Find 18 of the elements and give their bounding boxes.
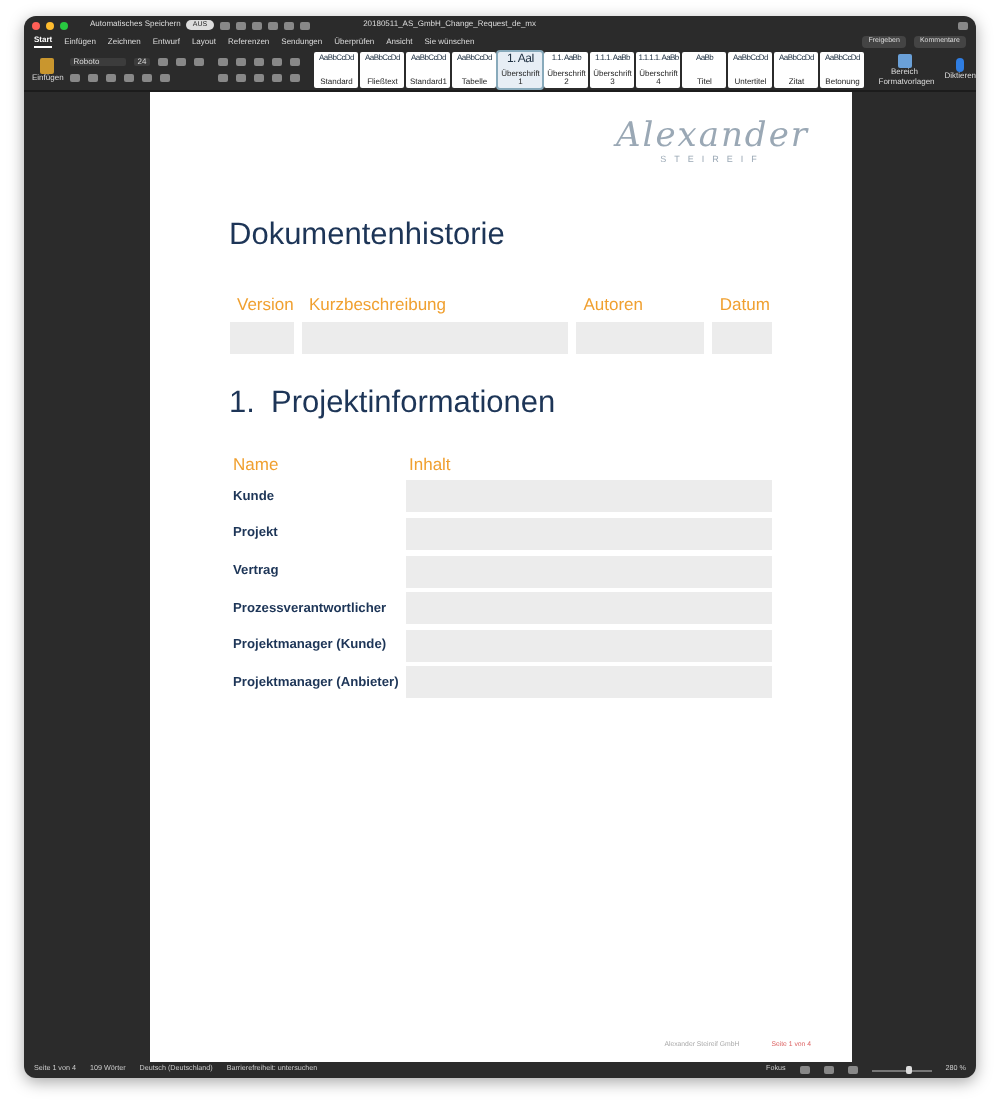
column-header: Kurzbeschreibung bbox=[309, 295, 449, 314]
column-header: Inhalt bbox=[409, 456, 451, 476]
microphone-icon[interactable] bbox=[956, 58, 965, 73]
paste-icon[interactable] bbox=[40, 57, 55, 74]
section-heading: Projektinformationen bbox=[271, 385, 556, 423]
column-header: Name bbox=[233, 456, 281, 476]
column-header: Autoren bbox=[583, 295, 646, 314]
search-icon[interactable] bbox=[958, 21, 968, 29]
zoom-slider-thumb[interactable] bbox=[905, 1066, 912, 1074]
view-icon[interactable] bbox=[799, 1066, 810, 1074]
document-heading: Dokumentenhistorie bbox=[229, 217, 507, 256]
styles-pane-icon[interactable] bbox=[897, 54, 912, 69]
view-icon[interactable] bbox=[847, 1066, 858, 1074]
view-icon[interactable] bbox=[823, 1066, 834, 1074]
column-header: Datum bbox=[719, 295, 771, 314]
logo-script: Alexander bbox=[615, 120, 809, 154]
column-header: Version bbox=[237, 295, 293, 314]
section-number: 1. bbox=[229, 385, 257, 423]
